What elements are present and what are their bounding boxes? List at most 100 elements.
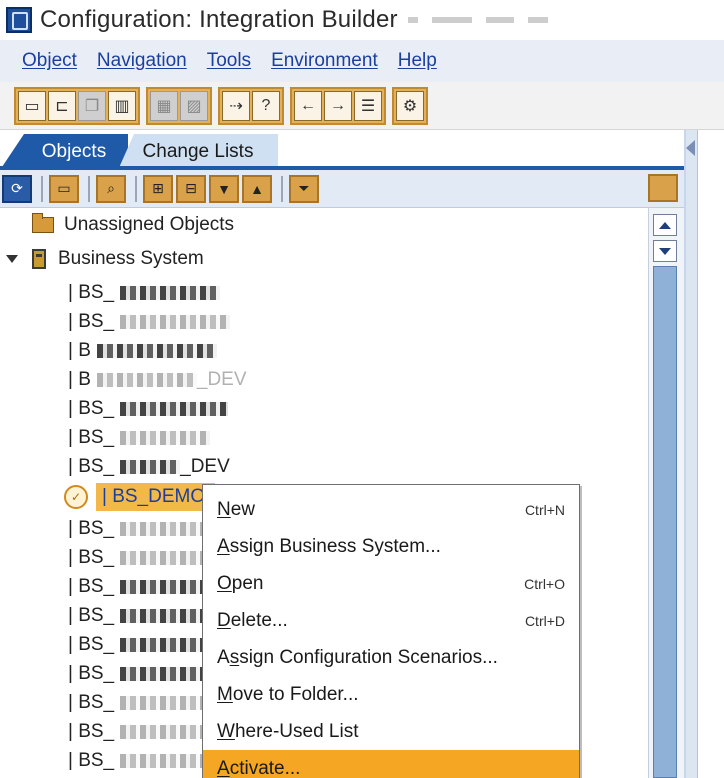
context-menu-activate[interactable]: Activate... (203, 750, 579, 778)
menu-item-label: Assign Configuration Scenarios... (217, 646, 498, 668)
selected-node-label[interactable]: | BS_DEMO (96, 483, 216, 511)
settings-icon[interactable]: ⚙ (396, 90, 424, 121)
move-down-icon[interactable]: ▼ (209, 174, 239, 203)
redacted-text (120, 609, 211, 623)
tab-objects[interactable]: Objects (0, 134, 128, 170)
tree-node-business-system-4[interactable]: | B _DEV (68, 365, 247, 395)
tree-node-business-system-6[interactable]: | BS_ (68, 423, 211, 453)
toolbar-separator (88, 175, 90, 202)
configure-check-icon: ✓ (64, 485, 88, 509)
context-menu-open[interactable]: Open Ctrl+O (203, 565, 579, 602)
title-bar: Configuration: Integration Builder (0, 0, 724, 40)
menu-object[interactable]: Object (22, 50, 77, 72)
context-menu-assign-business-system[interactable]: Assign Business System... (203, 528, 579, 565)
tab-strip: Objects Change Lists (0, 130, 684, 170)
toolbar-group-file: ▭ ⊏ ❐ ▥ (14, 86, 140, 125)
where-used-icon[interactable]: ? (252, 90, 280, 121)
tree-vertical-scrollbar[interactable] (648, 208, 684, 778)
context-menu-where-used-list[interactable]: Where-Used List (203, 713, 579, 750)
redacted-text (120, 402, 229, 416)
copy-icon[interactable]: ❐ (78, 90, 106, 121)
expand-triangle-icon[interactable] (6, 255, 18, 263)
filter-icon[interactable]: ⏷ (289, 174, 319, 203)
toolbar-group-history: ← → ☰ (290, 86, 386, 125)
redacted-text (120, 638, 211, 652)
print-preview-icon[interactable]: ▨ (180, 90, 208, 121)
open-folder-icon[interactable]: ⊏ (48, 90, 76, 121)
tree-node-bs-demo-selected[interactable]: ✓ | BS_DEMO (64, 482, 216, 512)
menu-item-label: Assign Business System... (217, 535, 441, 557)
scrollbar-thumb[interactable] (653, 266, 677, 778)
collapse-tree-icon[interactable]: ⊟ (176, 174, 206, 203)
menu-item-label: Activate... (217, 757, 301, 778)
move-up-icon[interactable]: ▲ (242, 174, 272, 203)
context-menu-new[interactable]: New Ctrl+N (203, 491, 579, 528)
scroll-up-icon[interactable] (653, 214, 677, 236)
forward-arrow-icon[interactable]: → (324, 90, 352, 121)
menu-help[interactable]: Help (398, 50, 437, 72)
redacted-text (120, 696, 211, 710)
tree-node-business-system-1[interactable]: | BS_ (68, 278, 221, 308)
tree-node-label: Unassigned Objects (64, 214, 235, 235)
context-menu: New Ctrl+N Assign Business System... Ope… (202, 484, 580, 778)
menu-item-label: Where-Used List (217, 720, 359, 742)
menu-navigation[interactable]: Navigation (97, 50, 187, 72)
redacted-text (120, 754, 211, 768)
menu-environment[interactable]: Environment (271, 50, 378, 72)
tree-node-business-system-3[interactable]: | B (68, 336, 217, 366)
toolbar-separator (41, 175, 43, 202)
redacted-text (120, 551, 211, 565)
context-menu-delete[interactable]: Delete... Ctrl+D (203, 602, 579, 639)
integration-builder-icon (6, 7, 32, 33)
redacted-text (96, 344, 217, 358)
tab-change-lists[interactable]: Change Lists (118, 134, 278, 170)
tree-node-business-system-14[interactable]: | BS_ (68, 659, 211, 689)
context-menu-move-to-folder[interactable]: Move to Folder... (203, 676, 579, 713)
toolbar-group-print: ▦ ▨ (146, 86, 212, 125)
new-document-icon[interactable]: ▭ (18, 90, 46, 121)
redacted-text (120, 667, 211, 681)
tree-node-unassigned-objects[interactable]: Unassigned Objects (32, 210, 234, 240)
tree-node-business-system-2[interactable]: | BS_ (68, 307, 231, 337)
tree-node-business-system-5[interactable]: | BS_ (68, 394, 229, 424)
folder-view-icon[interactable]: ▭ (49, 174, 79, 203)
toolbar-separator (135, 175, 137, 202)
menu-item-label: Open (217, 572, 264, 594)
tree-node-business-system-9[interactable]: | BS_ (68, 514, 211, 544)
tree-node-business-system-7[interactable]: | BS_ _DEV (68, 452, 230, 482)
back-arrow-icon[interactable]: ← (294, 90, 322, 121)
right-splitter[interactable] (684, 130, 724, 778)
toolbar-group-settings: ⚙ (392, 86, 428, 125)
tree-node-business-system-15[interactable]: | BS_ (68, 688, 211, 718)
folder-icon (32, 213, 54, 233)
menu-tools[interactable]: Tools (207, 50, 251, 72)
find-icon[interactable]: ⌕ (96, 174, 126, 203)
navigate-icon[interactable]: ⇢ (222, 90, 250, 121)
collapse-arrow-icon[interactable] (686, 140, 695, 156)
tree-node-business-system-16[interactable]: | BS_ (68, 717, 211, 747)
tree-node-business-system-11[interactable]: | BS_ (68, 572, 211, 602)
refresh-icon[interactable]: ⟳ (2, 174, 32, 203)
toolbar-separator (281, 175, 283, 202)
tree-node-business-system-12[interactable]: | BS_ (68, 601, 211, 631)
tree-node-label: Business System (58, 248, 204, 269)
delete-trash-icon[interactable]: ▥ (108, 90, 136, 121)
tree-node-business-system[interactable]: Business System (6, 244, 204, 274)
list-view-icon[interactable]: ☰ (354, 90, 382, 121)
scroll-down-icon[interactable] (653, 240, 677, 262)
expand-tree-icon[interactable]: ⊞ (143, 174, 173, 203)
splitter-bar[interactable] (686, 130, 698, 778)
main-toolbar: ▭ ⊏ ❐ ▥ ▦ ▨ ⇢ ? ← → ☰ ⚙ (0, 82, 724, 130)
tree-node-business-system-13[interactable]: | BS_ (68, 630, 211, 660)
menu-item-shortcut: Ctrl+D (524, 612, 565, 629)
maximize-icon[interactable] (648, 174, 678, 202)
menu-item-shortcut: Ctrl+N (524, 501, 565, 518)
business-system-icon (32, 249, 46, 269)
redacted-text (120, 431, 211, 445)
tree-node-business-system-10[interactable]: | BS_ (68, 543, 211, 573)
menu-item-label: Delete... (217, 609, 288, 631)
print-icon[interactable]: ▦ (150, 90, 178, 121)
menu-bar: Object Navigation Tools Environment Help (0, 40, 724, 82)
context-menu-assign-configuration-scenarios[interactable]: Assign Configuration Scenarios... (203, 639, 579, 676)
tree-node-business-system-17[interactable]: | BS_ (68, 746, 211, 776)
